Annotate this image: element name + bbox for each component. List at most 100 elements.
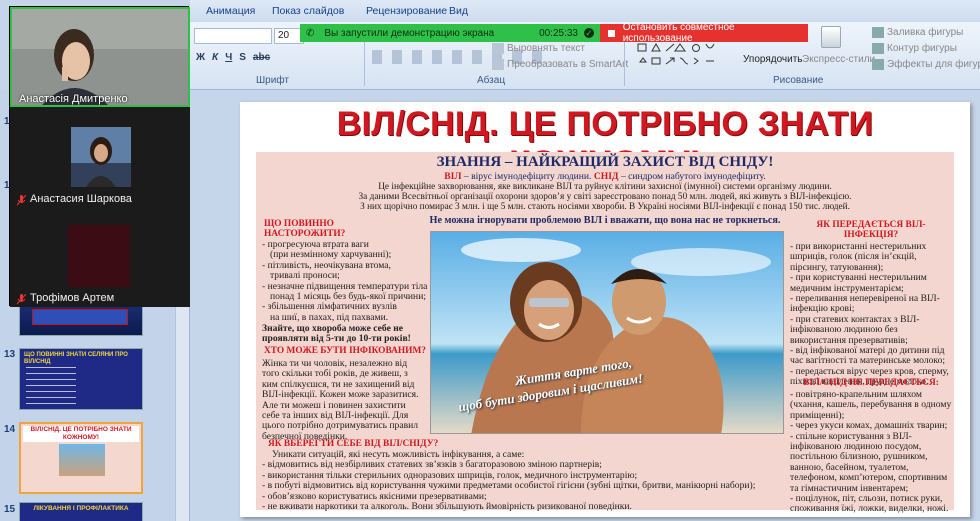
prevention-line: - не вживати наркотики та алкоголь. Вони… bbox=[262, 501, 632, 513]
participant-tile-active[interactable]: Анастасія Дмитренко bbox=[10, 7, 190, 107]
heading-prevention: ЯК ВБЕРЕГТИ СЕБЕ ВІД ВІЛ/СНІДУ? bbox=[268, 439, 439, 449]
transmission-item: - при використанні нестерильних шприців,… bbox=[790, 241, 927, 273]
stop-share-button[interactable]: Остановить совместное использование bbox=[600, 22, 808, 44]
heading-transmission: ЯК ПЕРЕДАЄТЬСЯ ВІЛ-ІНФЕКЦІЯ? bbox=[816, 220, 926, 241]
tab-slideshow[interactable]: Показ слайдов bbox=[272, 5, 344, 17]
share-status: ✆ Вы запустили демонстрацию экрана 00:25… bbox=[300, 24, 600, 42]
align-text-button[interactable]: Выровнять текст bbox=[492, 43, 585, 54]
slide[interactable]: ВІЛ/СНІД. ЦЕ ПОТРІБНО ЗНАТИ КОЖНОМУ! ЗНА… bbox=[240, 102, 970, 517]
tab-review[interactable]: Рецензирование bbox=[366, 5, 447, 17]
font-size-value: 20 bbox=[278, 30, 290, 41]
share-timer: 00:25:33 bbox=[539, 27, 578, 39]
transmission-item: - при статевих контактах з ВІЛ-інфікован… bbox=[790, 313, 920, 346]
thumb-14-photo bbox=[59, 444, 105, 476]
shadow-button[interactable]: S bbox=[239, 52, 246, 63]
tab-animation[interactable]: Анимация bbox=[206, 5, 255, 17]
font-name-box[interactable] bbox=[194, 28, 272, 44]
thumbnail-slide-15[interactable]: ЛІКУВАННЯ І ПРОФІЛАКТИКА bbox=[19, 502, 143, 521]
align-text-icon bbox=[492, 43, 504, 54]
heading-not-transmitted: ВІЛ/СНІД НЕ ПЕРЕДАЄТЬСЯ: bbox=[803, 378, 939, 388]
powerpoint-window: Анимация Показ слайдов Рецензирование Ви… bbox=[0, 0, 980, 521]
heading-who-infected: ХТО МОЖЕ БУТИ ІНФІКОВАНИМ? bbox=[264, 346, 426, 356]
thumb-14-title: ВІЛ/СНІД. ЦЕ ПОТРІБНО ЗНАТИ КОЖНОМУ! bbox=[23, 426, 139, 442]
share-status-text: Вы запустили демонстрацию экрана bbox=[324, 27, 495, 39]
term-hiv: ВІЛ bbox=[444, 171, 462, 182]
transmission-list: - при використанні нестерильних шприців,… bbox=[790, 241, 952, 388]
shape-effects-label: Эффекты для фигур bbox=[887, 59, 980, 71]
shape-outline-label: Контур фигуры bbox=[887, 43, 957, 55]
participant-name: Анастасия Шаркова bbox=[30, 193, 132, 205]
thumbnail-slide-13[interactable]: ЩО ПОВИННІ ЗНАТИ СЕЛЯНИ ПРО ВІЛ/СНІД bbox=[19, 348, 143, 410]
symptoms-note: Знайте, що хвороба може себе не проявлят… bbox=[262, 323, 411, 345]
group-label-font: Шрифт bbox=[256, 75, 289, 86]
transmission-item: - від інфікованої матері до дитини під ч… bbox=[790, 345, 946, 367]
participant-tile[interactable]: Трофімов Артем bbox=[10, 207, 190, 307]
not-transmitted-list: - повітряно-крапельним шляхом (чхання, к… bbox=[790, 389, 952, 515]
thumb-number: 14 bbox=[4, 424, 16, 435]
tab-view[interactable]: Вид bbox=[449, 5, 468, 17]
term-aids: СНІД bbox=[593, 171, 619, 182]
shape-effects-button[interactable]: Эффекты для фигур bbox=[872, 59, 980, 70]
screen-share-bar: ✆ Вы запустили демонстрацию экрана 00:25… bbox=[300, 22, 808, 44]
intro-line-3: З них щорічно помирає 3 млн. і ще 5 млн.… bbox=[360, 202, 850, 212]
underline-button[interactable]: Ч bbox=[225, 52, 232, 63]
smartart-button[interactable]: Преобразовать в SmartArt bbox=[492, 59, 628, 70]
effects-icon bbox=[872, 59, 884, 70]
who-infected-text: Жінка ти чи чоловік, незалежно від того … bbox=[262, 358, 419, 442]
slide-content-panel: ЗНАННЯ – НАЙКРАЩИЙ ЗАХИСТ ВІД СНІДУ! ВІЛ… bbox=[256, 152, 954, 514]
pen-icon bbox=[872, 43, 884, 54]
def-hiv: – вірус імунодефіциту людини. bbox=[461, 171, 594, 182]
not-transmitted-item: - повітряно-крапельним шляхом (чхання, к… bbox=[790, 389, 952, 421]
symptom-item: на шиї, в пахах, під пахвами. bbox=[270, 311, 389, 323]
stop-share-label: Остановить совместное использование bbox=[622, 22, 735, 44]
mic-muted-icon bbox=[17, 195, 26, 206]
slide-subtitle: ЗНАННЯ – НАЙКРАЩИЙ ЗАХИСТ ВІД СНІДУ! bbox=[436, 154, 774, 170]
express-styles-icon bbox=[821, 26, 841, 48]
phone-icon: ✆ bbox=[306, 27, 315, 39]
participant-name: Трофімов Артем bbox=[30, 292, 115, 304]
definitions-line: ВІЛ – вірус імунодефіциту людини. СНІД –… bbox=[256, 171, 954, 182]
thumb-number: 13 bbox=[4, 349, 16, 360]
smartart-label: Преобразовать в SmartArt bbox=[507, 59, 629, 71]
slide-editor-canvas: ВІЛ/СНІД. ЦЕ ПОТРІБНО ЗНАТИ КОЖНОМУ! ЗНА… bbox=[190, 90, 980, 521]
intro-line-1: Це інфекційне захворювання, яке викликан… bbox=[378, 182, 832, 192]
thumbnail-slide-14-selected[interactable]: ВІЛ/СНІД. ЦЕ ПОТРІБНО ЗНАТИ КОЖНОМУ! bbox=[19, 422, 143, 494]
font-format-buttons: Ж К Ч Sabc bbox=[196, 52, 270, 63]
shapes-icon bbox=[637, 42, 715, 65]
not-transmitted-item: - спільне користування з ВІЛ-інфікованою… bbox=[790, 430, 948, 494]
smartart-icon bbox=[492, 59, 504, 70]
align-text-label: Выровнять текст bbox=[507, 43, 585, 55]
italic-button[interactable]: К bbox=[212, 52, 218, 63]
strikethrough-button[interactable]: abc bbox=[253, 52, 270, 63]
thumbnail-box bbox=[32, 309, 128, 325]
thumb-13-text: ЩО ПОВИННІ ЗНАТИ СЕЛЯНИ ПРО ВІЛ/СНІД bbox=[24, 352, 128, 365]
participants-video-panel: Анастасія Дмитренко Анастасия Шаркова Тр… bbox=[9, 6, 190, 307]
prevention-list: Уникати ситуацій, які несуть можливість … bbox=[262, 449, 782, 513]
intro-line-2: За даними Всесвітньої організації охорон… bbox=[358, 192, 852, 202]
thumb-15-title: ЛІКУВАННЯ І ПРОФІЛАКТИКА bbox=[33, 505, 129, 512]
participant-video-1 bbox=[12, 9, 188, 105]
def-aids: – синдром набутого імунодефіциту. bbox=[618, 171, 766, 182]
transmission-item: - при користуванні нестерильним медичним… bbox=[790, 272, 927, 294]
stop-icon bbox=[608, 29, 615, 37]
bold-button[interactable]: Ж bbox=[196, 52, 205, 63]
participant-name: Анастасія Дмитренко bbox=[19, 93, 128, 105]
thumb-number: 15 bbox=[4, 504, 16, 515]
transmission-item: - переливання неперевіреної на ВІЛ-інфек… bbox=[790, 293, 940, 315]
thumb-13-lines bbox=[26, 367, 76, 405]
shape-outline-button[interactable]: Контур фигуры bbox=[872, 43, 957, 54]
participant-avatar-2 bbox=[71, 127, 131, 187]
mic-muted-icon bbox=[17, 294, 26, 305]
participant-tile[interactable]: Анастасия Шаркова bbox=[10, 107, 190, 207]
ribbon-tabs: Анимация Показ слайдов Рецензирование Ви… bbox=[190, 0, 980, 22]
shape-fill-button[interactable]: Заливка фигуры bbox=[872, 27, 963, 38]
not-transmitted-item: - поцілунок, піт, сльози, потиск руки, с… bbox=[790, 493, 949, 515]
participant-avatar-3 bbox=[68, 225, 130, 287]
heading-symptoms: ЩО ПОВИННО НАСТОРОЖИТИ? bbox=[264, 219, 346, 240]
shapes-gallery[interactable] bbox=[636, 42, 726, 74]
arrange-button[interactable]: Упорядочить bbox=[743, 54, 803, 65]
express-styles-button[interactable]: Экспресс-стили bbox=[802, 54, 875, 65]
paint-bucket-icon bbox=[872, 27, 884, 38]
shield-check-icon: ✓ bbox=[584, 27, 594, 38]
group-label-paragraph: Абзац bbox=[477, 75, 506, 86]
